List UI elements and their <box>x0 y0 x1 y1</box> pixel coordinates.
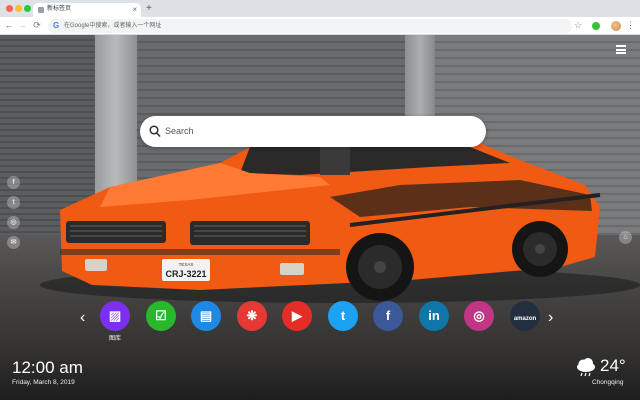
facebook-share-icon[interactable]: f <box>7 176 20 189</box>
tab-title: 新标签页 <box>47 6 72 12</box>
profile-avatar[interactable] <box>611 21 621 31</box>
notes-icon: ▤ <box>199 308 213 323</box>
search-icon <box>149 125 161 138</box>
gallery-icon: ▨ <box>108 308 122 323</box>
tab-strip: 新标签页 × + <box>0 0 640 17</box>
email-share-icon[interactable]: ✉ <box>7 236 20 249</box>
shortcuts-prev-button[interactable]: ‹ <box>80 310 85 326</box>
shortcut-instagram-button[interactable]: ◎ <box>464 301 494 331</box>
window-maximize-button[interactable] <box>24 5 31 12</box>
twitter-icon: t <box>340 308 346 323</box>
background-car-image: TEXAS CRJ-3221 <box>40 139 640 303</box>
clock-date: Friday, March 8, 2019 <box>12 379 75 386</box>
new-tab-button[interactable]: + <box>146 3 152 14</box>
shortcut-game-button[interactable]: ❋ <box>237 301 267 331</box>
shortcut-youtube-button[interactable]: ▶ <box>282 301 312 331</box>
back-button[interactable]: ← <box>4 19 14 32</box>
search-placeholder: Search <box>165 126 194 136</box>
browser-menu-icon[interactable]: ⋮ <box>626 19 635 32</box>
shortcut-amazon-button[interactable]: amazon <box>510 301 540 331</box>
amazon-icon: amazon <box>513 316 537 322</box>
address-bar-placeholder: 在Google中搜索，或者输入一个网址 <box>64 23 162 29</box>
new-tab-page: TEXAS CRJ-3221 Search f t ◎ ✉ ⌂ ‹ › ▨ 图库… <box>0 35 640 400</box>
instagram-share-icon[interactable]: ◎ <box>7 216 20 229</box>
browser-toolbar: ← → ⟳ G 在Google中搜索，或者输入一个网址 ☆ ⋮ <box>0 17 640 35</box>
clock-time: 12:00 am <box>12 358 83 377</box>
shortcuts-next-button[interactable]: › <box>548 310 553 326</box>
address-bar[interactable]: G 在Google中搜索，或者输入一个网址 <box>48 19 572 33</box>
search-input[interactable]: Search <box>140 116 486 147</box>
youtube-icon: ▶ <box>292 308 302 323</box>
weather-city: Chongqing <box>592 379 624 386</box>
facebook-icon: f <box>385 308 391 323</box>
tab-new-tab[interactable]: 新标签页 × <box>33 3 141 17</box>
shortcut-notes-button[interactable]: ▤ <box>191 301 221 331</box>
shortcut-linkedin-button[interactable]: in <box>419 301 449 331</box>
twitter-share-icon[interactable]: t <box>7 196 20 209</box>
reload-button[interactable]: ⟳ <box>32 19 42 32</box>
shortcut-twitter-button[interactable]: t <box>328 301 358 331</box>
shortcut-gallery-button[interactable]: ▨ <box>100 301 130 331</box>
instagram-icon: ◎ <box>473 308 485 323</box>
weather-temperature: 24° <box>600 356 626 375</box>
license-plate-state: TEXAS <box>179 262 194 267</box>
forward-button[interactable]: → <box>17 19 27 32</box>
tasks-icon: ☑ <box>155 308 167 323</box>
browser-window: 新标签页 × + ← → ⟳ G 在Google中搜索，或者输入一个网址 ☆ ⋮ <box>0 0 640 400</box>
cloud-rain-icon <box>577 358 595 377</box>
linkedin-icon: in <box>428 308 440 323</box>
social-share-rail: f t ◎ ✉ <box>7 176 20 256</box>
hamburger-menu-icon[interactable] <box>616 45 626 54</box>
window-minimize-button[interactable] <box>15 5 22 12</box>
extension-icon[interactable] <box>592 22 600 30</box>
bookmark-star-icon[interactable]: ☆ <box>574 19 582 32</box>
game-icon: ❋ <box>246 308 258 323</box>
license-plate-number: CRJ-3221 <box>165 269 206 279</box>
google-icon: G <box>53 21 60 30</box>
shortcut-tasks-button[interactable]: ☑ <box>146 301 176 331</box>
tab-favicon-icon <box>38 7 44 13</box>
shortcut-gallery-label: 图库 <box>108 336 121 342</box>
window-close-button[interactable] <box>6 5 13 12</box>
home-icon[interactable]: ⌂ <box>619 231 632 244</box>
shortcut-facebook-button[interactable]: f <box>373 301 403 331</box>
tab-close-icon[interactable]: × <box>132 4 137 15</box>
